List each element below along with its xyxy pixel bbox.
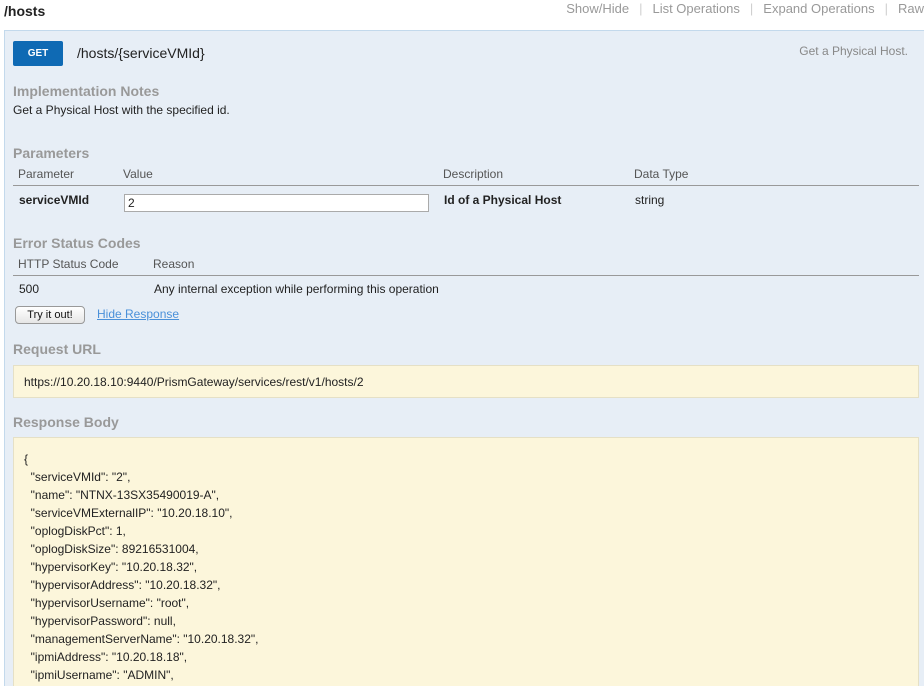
request-url-box: https://10.20.18.10:9440/PrismGateway/se…: [13, 365, 919, 398]
response-line: "hypervisorAddress": "10.20.18.32",: [24, 578, 221, 592]
try-it-out-button[interactable]: Try it out!: [15, 306, 85, 324]
resource-header: /hosts Show/Hide | List Operations | Exp…: [0, 0, 924, 28]
response-line: "name": "NTNX-13SX35490019-A",: [24, 488, 220, 502]
param-col-data-type: Data Type: [634, 167, 689, 181]
response-body-box: { "serviceVMId": "2", "name": "NTNX-13SX…: [13, 437, 919, 686]
link-separator: |: [884, 1, 888, 16]
error-code: 500: [19, 282, 40, 296]
show-hide-link[interactable]: Show/Hide: [566, 1, 629, 16]
implementation-notes-text: Get a Physical Host with the specified i…: [13, 103, 230, 117]
param-data-type: string: [635, 193, 665, 207]
response-line: "ipmiUsername": "ADMIN",: [24, 668, 174, 682]
implementation-notes-heading: Implementation Notes: [13, 83, 160, 99]
error-col-status-code: HTTP Status Code: [18, 257, 119, 271]
response-line: "serviceVMId": "2",: [24, 470, 131, 484]
resource-links: Show/Hide | List Operations | Expand Ope…: [566, 1, 924, 16]
error-reason: Any internal exception while performing …: [154, 282, 439, 296]
response-line: "serviceVMExternalIP": "10.20.18.10",: [24, 506, 233, 520]
response-line: "oplogDiskSize": 89216531004,: [24, 542, 199, 556]
operation-path[interactable]: /hosts/{serviceVMId}: [77, 45, 205, 61]
link-separator: |: [639, 1, 643, 16]
operation-summary[interactable]: Get a Physical Host.: [799, 44, 908, 58]
raw-link[interactable]: Raw: [898, 1, 924, 16]
error-codes-heading: Error Status Codes: [13, 235, 141, 251]
request-url-heading: Request URL: [13, 341, 101, 357]
response-line: "ipmiAddress": "10.20.18.18",: [24, 650, 188, 664]
param-name: serviceVMId: [19, 193, 90, 207]
error-col-reason: Reason: [153, 257, 195, 271]
response-line: "oplogDiskPct": 1,: [24, 524, 126, 538]
list-operations-link[interactable]: List Operations: [652, 1, 739, 16]
param-col-description: Description: [443, 167, 504, 181]
param-col-parameter: Parameter: [18, 167, 75, 181]
request-url-text: https://10.20.18.10:9440/PrismGateway/se…: [24, 375, 364, 389]
response-line: "hypervisorKey": "10.20.18.32",: [24, 560, 198, 574]
param-description: Id of a Physical Host: [444, 193, 562, 207]
response-line: "hypervisorPassword": null,: [24, 614, 176, 628]
response-line: {: [24, 452, 29, 466]
parameters-heading: Parameters: [13, 145, 90, 161]
link-separator: |: [749, 1, 754, 16]
service-vm-id-input[interactable]: [124, 194, 429, 212]
param-col-value: Value: [123, 167, 153, 181]
response-line: "hypervisorUsername": "root",: [24, 596, 190, 610]
error-header-divider: [13, 275, 919, 276]
expand-operations-link[interactable]: Expand Operations: [763, 1, 874, 16]
hide-response-link[interactable]: Hide Response: [97, 307, 179, 321]
response-body-heading: Response Body: [13, 414, 119, 430]
response-line: "managementServerName": "10.20.18.32",: [24, 632, 259, 646]
http-method-badge[interactable]: GET: [13, 41, 63, 66]
resource-title[interactable]: /hosts: [4, 3, 45, 19]
param-header-divider: [13, 185, 919, 186]
operation-panel: GET /hosts/{serviceVMId} Get a Physical …: [4, 30, 924, 686]
